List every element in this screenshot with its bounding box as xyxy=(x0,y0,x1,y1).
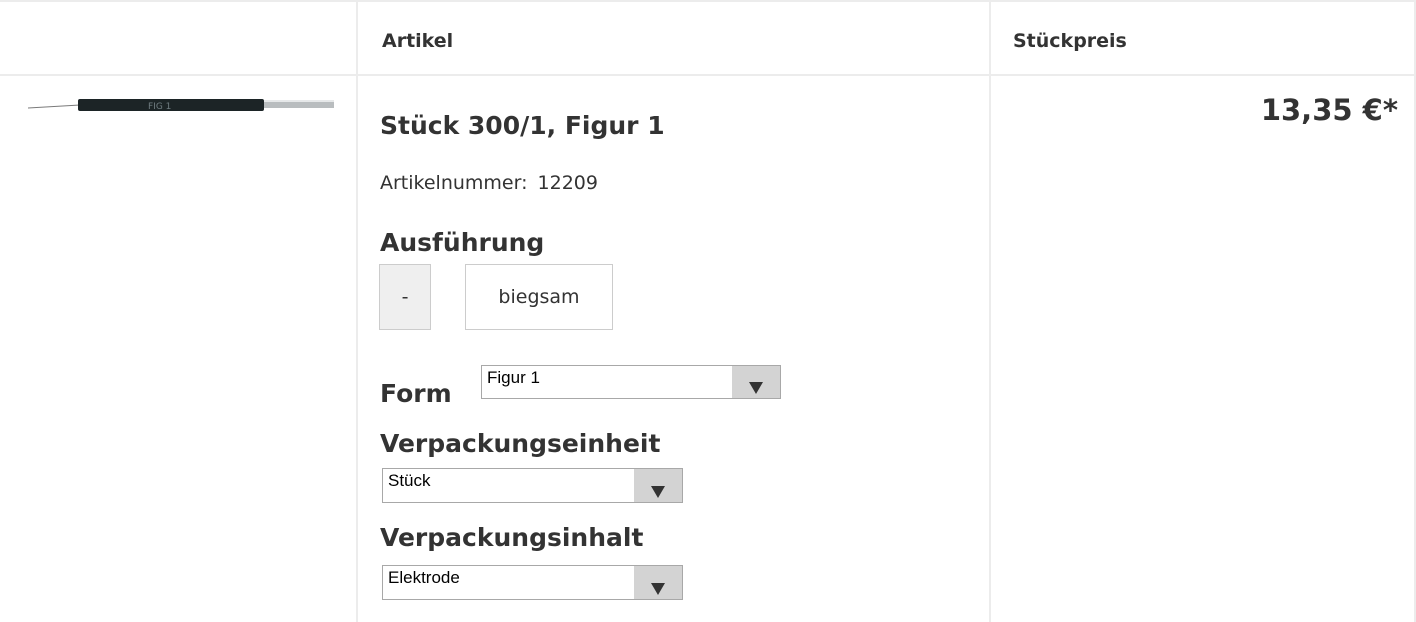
svg-text:FIG 1: FIG 1 xyxy=(148,102,171,112)
form-select[interactable]: Figur 1 xyxy=(481,365,781,399)
chevron-down-icon[interactable] xyxy=(634,566,682,599)
column-divider xyxy=(989,0,991,622)
product-title[interactable]: Stück 300/1, Figur 1 xyxy=(380,111,665,140)
option-label-ausfuehrung: Ausführung xyxy=(380,228,545,257)
column-header-article: Artikel xyxy=(382,30,454,52)
article-number-label: Artikelnummer: xyxy=(380,172,528,194)
verpackungsinhalt-select-value: Elektrode xyxy=(388,568,460,587)
option-label-verpackungsinhalt: Verpackungsinhalt xyxy=(380,523,644,552)
column-divider xyxy=(356,0,358,622)
column-header-unit-price: Stückpreis xyxy=(1013,30,1127,52)
option-button-none[interactable]: - xyxy=(379,264,431,330)
chevron-down-icon[interactable] xyxy=(634,469,682,502)
unit-price: 13,35 €* xyxy=(1260,93,1398,127)
option-label-form: Form xyxy=(380,379,452,408)
form-select-value: Figur 1 xyxy=(487,368,540,387)
chevron-down-icon[interactable] xyxy=(732,366,780,398)
article-number-value: 12209 xyxy=(537,172,598,194)
article-number: Artikelnummer: 12209 xyxy=(380,172,598,194)
product-image[interactable]: FIG 1 xyxy=(28,96,334,118)
verpackungsinhalt-select[interactable]: Elektrode xyxy=(382,565,683,600)
verpackungseinheit-select[interactable]: Stück xyxy=(382,468,683,503)
verpackungseinheit-select-value: Stück xyxy=(388,471,431,490)
option-label-verpackungseinheit: Verpackungseinheit xyxy=(380,429,661,458)
row-divider xyxy=(0,74,1416,76)
option-button-biegsam[interactable]: biegsam xyxy=(465,264,613,330)
row-divider xyxy=(0,0,1416,2)
